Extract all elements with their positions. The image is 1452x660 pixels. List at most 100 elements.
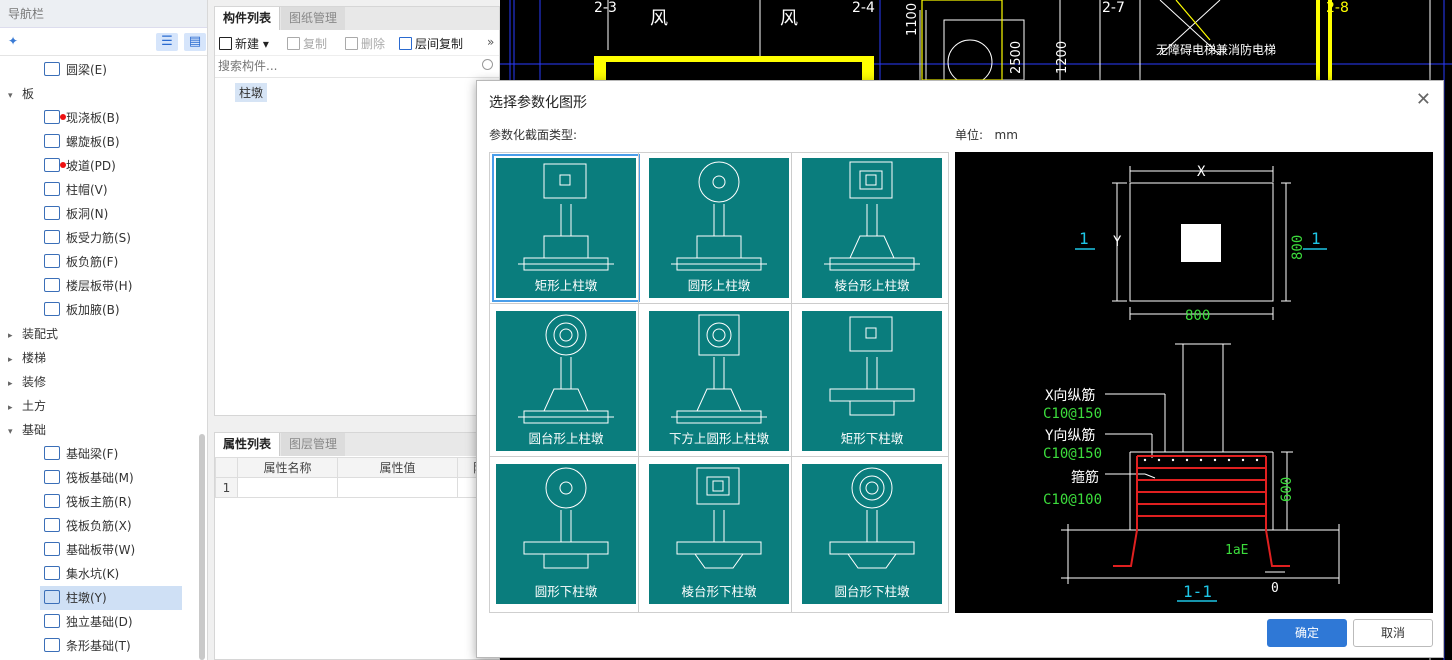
component-icon bbox=[44, 182, 60, 196]
shape-option-label: 棱台形下柱墩 bbox=[681, 584, 757, 599]
tree-item-label: 柱墩(Y) bbox=[66, 591, 107, 605]
tree-item[interactable]: 板洞(N) bbox=[40, 202, 182, 226]
shape-option[interactable]: 棱台形上柱墩 bbox=[802, 158, 942, 298]
y-rebar-spec: C10@150 bbox=[1043, 446, 1102, 462]
tree-item-label: 螺旋板(B) bbox=[66, 135, 120, 149]
shape-option-label: 棱台形上柱墩 bbox=[834, 278, 910, 293]
nav-scrollbar[interactable] bbox=[199, 434, 205, 660]
shape-option-label: 圆台形上柱墩 bbox=[528, 431, 604, 446]
shape-option[interactable]: 圆形下柱墩 bbox=[496, 464, 636, 604]
dialog-title: 选择参数化图形 bbox=[489, 95, 587, 111]
shape-option[interactable]: 棱台形下柱墩 bbox=[649, 464, 789, 604]
tree-item[interactable]: 楼层板带(H) bbox=[40, 274, 182, 298]
tree-item[interactable]: 柱帽(V) bbox=[40, 178, 182, 202]
tree-item[interactable]: 基础板带(W) bbox=[40, 538, 182, 562]
tree-item-label: 板受力筋(S) bbox=[66, 231, 131, 245]
cad-label: 2-4 bbox=[852, 0, 875, 16]
tree-item-label: 板加腋(B) bbox=[66, 303, 120, 317]
tree-group[interactable]: ▸ 装配式 bbox=[8, 322, 58, 346]
tree-item[interactable]: 板受力筋(S) bbox=[40, 226, 182, 250]
shape-option[interactable]: 矩形下柱墩 bbox=[802, 311, 942, 451]
component-icon bbox=[44, 470, 60, 484]
expand-arrow-icon[interactable]: ▾ bbox=[8, 84, 22, 108]
y-rebar-label: Y向纵筋 bbox=[1045, 427, 1095, 444]
tab-drawing-management[interactable]: 图纸管理 bbox=[281, 7, 346, 30]
pin-icon[interactable]: ✦ bbox=[8, 34, 18, 48]
dim-800-bottom: 800 bbox=[1185, 308, 1210, 324]
new-button[interactable]: 新建 ▾ bbox=[219, 35, 269, 52]
shape-option[interactable]: 圆台形下柱墩 bbox=[802, 464, 942, 604]
tab-property-list[interactable]: 属性列表 bbox=[215, 433, 281, 456]
tree-item-label: 板 bbox=[22, 87, 35, 101]
shape-option[interactable]: 圆形上柱墩 bbox=[649, 158, 789, 298]
tree-group[interactable]: ▾ 基础 bbox=[8, 418, 46, 442]
nav-title: 导航栏 bbox=[0, 0, 207, 28]
component-icon bbox=[44, 542, 60, 556]
list-item[interactable]: 柱墩 bbox=[235, 83, 268, 102]
grid-divider bbox=[791, 153, 792, 612]
tree-item[interactable]: 筏板主筋(R) bbox=[40, 490, 182, 514]
detail-view-icon[interactable]: ▤ bbox=[184, 33, 206, 51]
collapse-arrow-icon[interactable]: ▸ bbox=[8, 372, 22, 396]
copy-button[interactable]: 复制 bbox=[287, 35, 327, 52]
lae-label: 1aE bbox=[1225, 543, 1248, 558]
tree-item[interactable]: 集水坑(K) bbox=[40, 562, 182, 586]
tree-item[interactable]: 筏板基础(M) bbox=[40, 466, 182, 490]
tree-item[interactable]: 现浇板(B) bbox=[40, 106, 182, 130]
x-rebar-spec: C10@150 bbox=[1043, 406, 1102, 422]
component-icon bbox=[44, 134, 60, 148]
delete-button[interactable]: 删除 bbox=[345, 35, 385, 52]
shape-option[interactable]: 下方上圆形上柱墩 bbox=[649, 311, 789, 451]
search-input[interactable] bbox=[215, 56, 465, 76]
row-number: 1 bbox=[215, 477, 238, 498]
table-cell[interactable] bbox=[237, 477, 338, 498]
tree-item-label: 筏板负筋(X) bbox=[66, 519, 132, 533]
tree-item[interactable]: 螺旋板(B) bbox=[40, 130, 182, 154]
shape-option[interactable]: 矩形上柱墩 bbox=[492, 154, 640, 302]
tree-item[interactable]: 圆梁(E) bbox=[40, 58, 182, 82]
tree-group[interactable]: ▸ 土方 bbox=[8, 394, 46, 418]
component-icon bbox=[44, 302, 60, 316]
table-cell[interactable] bbox=[337, 477, 458, 498]
tree-item-label: 圆梁(E) bbox=[66, 63, 107, 77]
nav-toolbar: ✦ ☰ ▤ bbox=[0, 28, 207, 56]
collapse-arrow-icon[interactable]: ▸ bbox=[8, 324, 22, 348]
confirm-button[interactable]: 确定 bbox=[1267, 619, 1347, 647]
new-icon bbox=[219, 37, 232, 50]
tree-item[interactable]: 坡道(PD) bbox=[40, 154, 182, 178]
tree-item[interactable]: 条形基础(T) bbox=[40, 634, 182, 658]
tab-layer-management[interactable]: 图层管理 bbox=[281, 433, 346, 456]
tree-item[interactable]: 板负筋(F) bbox=[40, 250, 182, 274]
component-icon bbox=[44, 230, 60, 244]
cancel-button[interactable]: 取消 bbox=[1353, 619, 1433, 647]
collapse-arrow-icon[interactable]: ▸ bbox=[8, 396, 22, 420]
more-icon[interactable]: » bbox=[487, 35, 494, 49]
floor-copy-icon bbox=[399, 37, 412, 50]
tree-item[interactable]: 板加腋(B) bbox=[40, 298, 182, 322]
tree-group[interactable]: ▸ 楼梯 bbox=[8, 346, 46, 370]
tree-item[interactable]: 筏板负筋(X) bbox=[40, 514, 182, 538]
tree-group[interactable]: ▾ 板 bbox=[8, 82, 34, 106]
shape-option[interactable]: 圆台形上柱墩 bbox=[496, 311, 636, 451]
close-icon[interactable]: ✕ bbox=[1416, 89, 1431, 110]
collapse-arrow-icon[interactable]: ▸ bbox=[8, 348, 22, 372]
component-icon bbox=[44, 638, 60, 652]
property-table: 属性名称 属性值 附 1 bbox=[215, 457, 501, 498]
floor-copy-button[interactable]: 层间复制 bbox=[399, 35, 463, 52]
tree-item[interactable]: 柱墩(Y) bbox=[40, 586, 182, 610]
tab-component-list[interactable]: 构件列表 bbox=[215, 7, 281, 30]
tree-group[interactable]: ▸ 装修 bbox=[8, 370, 46, 394]
tree-item-label: 基础板带(W) bbox=[66, 543, 136, 557]
search-icon[interactable] bbox=[482, 59, 493, 70]
list-view-icon[interactable]: ☰ bbox=[156, 33, 178, 51]
tree-item-label: 柱帽(V) bbox=[66, 183, 108, 197]
section-mark-right: 1 bbox=[1311, 229, 1321, 248]
tree-item[interactable]: 基础梁(F) bbox=[40, 442, 182, 466]
dim-x: X bbox=[1197, 164, 1206, 180]
tree-item-label: 基础梁(F) bbox=[66, 447, 119, 461]
component-list-panel: 构件列表 图纸管理 新建 ▾ 复制 删除 层间复制 » 柱墩 bbox=[214, 6, 500, 416]
expand-arrow-icon[interactable]: ▾ bbox=[8, 420, 22, 444]
component-icon bbox=[44, 158, 66, 172]
tree-item-label: 筏板主筋(R) bbox=[66, 495, 132, 509]
tree-item[interactable]: 独立基础(D) bbox=[40, 610, 182, 634]
